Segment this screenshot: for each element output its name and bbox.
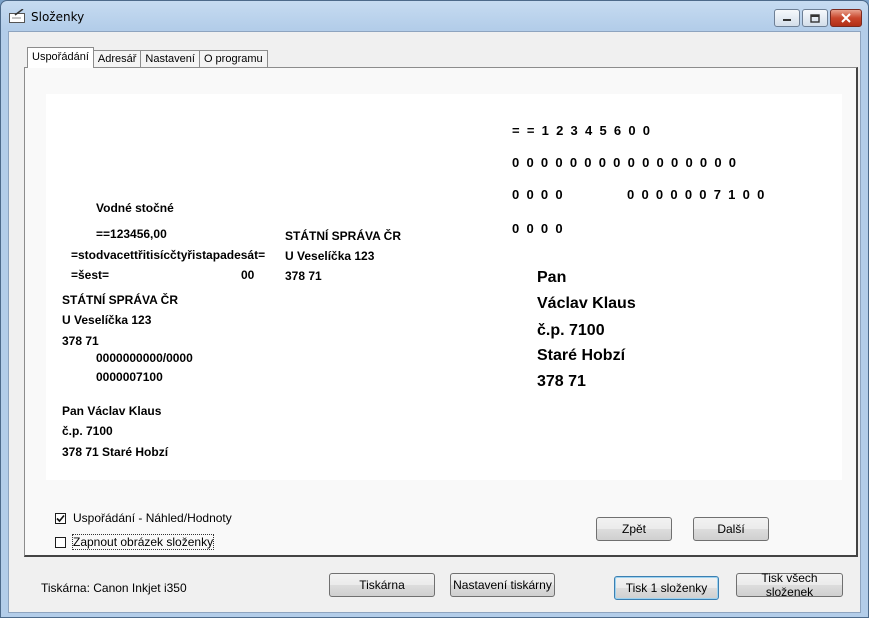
middle-recipient-zip: 378 71 — [285, 269, 322, 283]
next-button[interactable]: Další — [693, 517, 769, 541]
print-all-button[interactable]: Tisk všech složenek — [736, 571, 843, 599]
app-window: Složenky Uspořádání Adresář Nastavení O … — [0, 0, 869, 618]
checkmark-icon — [56, 514, 65, 522]
tab-panel: Vodné stočné ==123456,00 =stodvacettřiti… — [24, 67, 858, 557]
tab-o-programu[interactable]: O programu — [198, 50, 268, 68]
middle-recipient-name: STÁTNÍ SPRÁVA ČR — [285, 229, 402, 243]
sender-city: 378 71 Staré Hobzí — [62, 445, 169, 459]
tab-nastaveni[interactable]: Nastavení — [140, 50, 200, 68]
maximize-button[interactable] — [802, 9, 828, 27]
amount-value: ==123456,00 — [96, 227, 167, 241]
window-title: Složenky — [31, 10, 85, 24]
digits-row-amount: = = 1 2 3 4 5 6 0 0 — [512, 123, 651, 138]
amount-words-line2: =šest= — [71, 268, 110, 282]
layout-checkbox[interactable] — [55, 512, 66, 524]
address-city: Staré Hobzí — [537, 347, 626, 364]
close-button[interactable] — [830, 9, 862, 27]
sender-name: Pan Václav Klaus — [62, 404, 162, 418]
tab-strip: Uspořádání Adresář Nastavení O programu — [27, 47, 268, 68]
image-toggle-label: Zapnout obrázek složenky — [71, 534, 215, 550]
close-icon — [841, 13, 851, 23]
layout-toggle-label: Uspořádání - Náhled/Hodnoty — [73, 511, 232, 525]
digits-row-account: 0 0 0 0 0 0 0 0 0 0 0 0 0 0 0 0 — [512, 155, 737, 170]
address-zip: 378 71 — [537, 373, 586, 390]
maximize-icon — [810, 13, 820, 23]
halere-value: 00 — [241, 268, 255, 282]
address-title: Pan — [537, 269, 567, 286]
service-name: Vodné stočné — [96, 201, 174, 215]
back-button[interactable]: Zpět — [596, 517, 672, 541]
recipient-street: U Veselíčka 123 — [62, 313, 152, 327]
printer-status: Tiskárna: Canon Inkjet i350 — [41, 581, 187, 595]
tab-adresar[interactable]: Adresář — [92, 50, 142, 68]
print-one-button[interactable]: Tisk 1 složenky — [614, 576, 719, 600]
client-area: Uspořádání Adresář Nastavení O programu … — [8, 31, 861, 613]
address-street: č.p. 7100 — [537, 322, 605, 339]
layout-toggle[interactable]: Uspořádání - Náhled/Hodnoty — [55, 511, 232, 525]
image-checkbox[interactable] — [55, 536, 66, 548]
address-name: Václav Klaus — [537, 295, 636, 312]
account-number: 0000000000/0000 — [96, 351, 193, 365]
digits-row-code: 0 0 0 0 — [512, 187, 563, 202]
image-toggle[interactable]: Zapnout obrázek složenky — [55, 534, 215, 550]
middle-recipient-street: U Veselíčka 123 — [285, 249, 375, 263]
minimize-button[interactable] — [774, 9, 800, 27]
digits-row-ss: 0 0 0 0 — [512, 221, 563, 236]
printer-settings-button[interactable]: Nastavení tiskárny — [450, 573, 555, 597]
slip-preview: Vodné stočné ==123456,00 =stodvacettřiti… — [46, 94, 842, 480]
printer-button[interactable]: Tiskárna — [329, 573, 435, 597]
title-bar[interactable]: Složenky — [1, 1, 868, 31]
variable-symbol: 0000007100 — [96, 370, 163, 384]
digits-row-vs: 0 0 0 0 0 0 7 1 0 0 — [627, 187, 765, 202]
recipient-zip: 378 71 — [62, 334, 99, 348]
app-icon — [9, 9, 25, 23]
tab-usporadani[interactable]: Uspořádání — [27, 47, 94, 68]
recipient-name: STÁTNÍ SPRÁVA ČR — [62, 293, 179, 307]
sender-street: č.p. 7100 — [62, 424, 113, 438]
amount-words-line1: =stodvacettřitisícčtyřistapadesát= — [71, 248, 266, 262]
minimize-icon — [783, 19, 791, 21]
